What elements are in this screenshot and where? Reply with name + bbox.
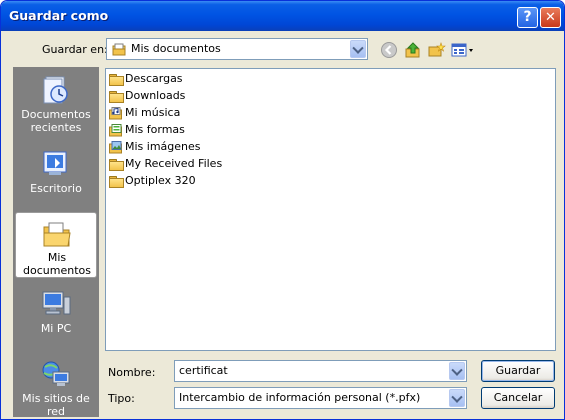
filetype-value: Intercambio de información personal (*.p… — [179, 391, 421, 404]
place-label: Escritorio — [30, 182, 82, 195]
file-name: Downloads — [125, 89, 186, 102]
window-title: Guardar como — [9, 8, 109, 23]
new-folder-icon[interactable] — [428, 41, 446, 59]
file-name: My Received Files — [125, 157, 223, 170]
folder-icon — [109, 158, 124, 171]
filename-input[interactable]: certificat — [174, 360, 467, 382]
save-in-combo[interactable]: Mis documentos — [106, 38, 368, 60]
filename-value: certificat — [179, 364, 228, 377]
forms-folder-icon — [109, 123, 123, 137]
list-item[interactable]: Mi música — [109, 105, 180, 121]
save-in-value: Mis documentos — [131, 42, 221, 55]
save-as-dialog: Guardar como ? ✕ Guardar en: Mis documen… — [0, 0, 565, 420]
chevron-down-icon[interactable] — [350, 40, 366, 58]
list-item[interactable]: Mis imágenes — [109, 139, 201, 155]
save-in-label: Guardar en: — [42, 43, 108, 56]
file-name: Mis formas — [125, 123, 185, 136]
recent-documents-icon — [40, 75, 72, 105]
close-button[interactable]: ✕ — [540, 7, 561, 28]
place-label: Mis documentos — [23, 251, 91, 277]
help-button[interactable]: ? — [517, 7, 538, 28]
view-menu-icon[interactable] — [451, 41, 475, 59]
file-list[interactable]: Descargas Downloads Mi música Mis formas… — [105, 68, 556, 351]
filetype-label: Tipo: — [108, 392, 135, 405]
place-my-computer[interactable]: Mi PC — [15, 283, 97, 349]
list-item[interactable]: Mis formas — [109, 122, 185, 138]
my-computer-icon — [40, 289, 72, 319]
music-folder-icon — [109, 106, 123, 120]
place-recent-documents[interactable]: Documentos recientes — [15, 69, 97, 135]
place-network[interactable]: Mis sitios de red — [15, 353, 97, 419]
up-folder-icon[interactable] — [404, 41, 422, 59]
pictures-folder-icon — [109, 140, 123, 154]
network-places-icon — [40, 359, 72, 389]
folder-icon — [109, 90, 124, 103]
place-my-documents[interactable]: Mis documentos — [15, 212, 97, 278]
save-button[interactable]: Guardar — [481, 360, 555, 382]
list-item[interactable]: My Received Files — [109, 156, 222, 172]
file-name: Optiplex 320 — [125, 174, 196, 187]
file-name: Mi música — [125, 106, 181, 119]
my-documents-small-icon — [112, 43, 126, 56]
place-label: Mis sitios de red — [22, 392, 90, 418]
filename-label: Nombre: — [108, 366, 156, 379]
cancel-button[interactable]: Cancelar — [481, 387, 555, 409]
chevron-down-icon[interactable] — [449, 362, 465, 380]
folder-icon — [109, 73, 124, 86]
place-label: Mi PC — [40, 322, 72, 335]
list-item[interactable]: Descargas — [109, 71, 183, 87]
desktop-icon — [40, 149, 72, 179]
chevron-down-icon[interactable] — [449, 389, 465, 407]
place-desktop[interactable]: Escritorio — [15, 143, 97, 209]
filetype-select[interactable]: Intercambio de información personal (*.p… — [174, 387, 467, 409]
folder-icon — [109, 175, 124, 188]
back-icon[interactable] — [380, 41, 398, 59]
file-name: Descargas — [125, 72, 183, 85]
my-documents-icon — [41, 219, 73, 249]
title-bar[interactable]: Guardar como ? ✕ — [1, 1, 564, 31]
list-item[interactable]: Optiplex 320 — [109, 173, 196, 189]
list-item[interactable]: Downloads — [109, 88, 185, 104]
place-label: Documentos recientes — [21, 108, 91, 134]
places-bar: Documentos recientes Escritorio Mis docu… — [13, 67, 99, 419]
file-name: Mis imágenes — [125, 140, 201, 153]
